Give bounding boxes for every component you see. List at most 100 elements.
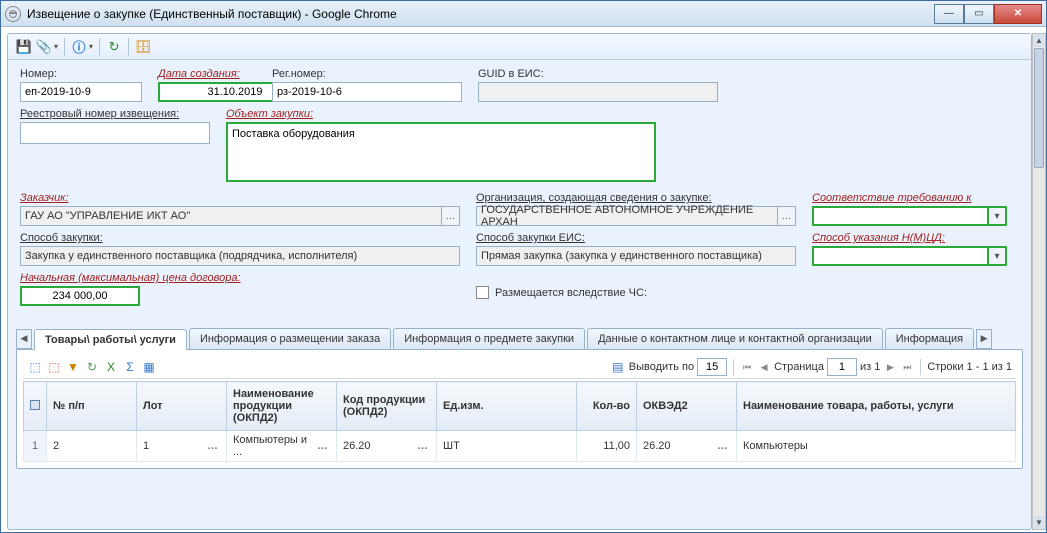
code-okpd2-lookup-icon[interactable]: … <box>415 440 430 452</box>
grid-excel-icon[interactable]: X <box>103 359 119 375</box>
col-okved2[interactable]: ОКВЭД2 <box>637 382 737 431</box>
reg-number-label: Рег.номер: <box>272 68 462 80</box>
col-select[interactable] <box>24 382 47 431</box>
compliance-label: Соответствие требованию к <box>812 192 1007 204</box>
emergency-label: Размещается вследствие ЧС: <box>495 287 647 299</box>
cell-okved2[interactable]: 26.20 <box>643 440 715 452</box>
registry-number-input[interactable] <box>20 122 210 144</box>
lot-lookup-icon[interactable]: … <box>205 440 220 452</box>
content-wrap: 💾 📎 ▾ ⓘ ▾ ↻ 🗄 Номер: <box>1 27 1046 532</box>
col-lot[interactable]: Лот <box>137 382 227 431</box>
page-size-input[interactable] <box>697 358 727 376</box>
tab-content: ⬚ ⬚ ▼ ↻ X Σ ▦ ▤ Выводить по ⏮ ◀ Страница <box>16 349 1023 469</box>
purchase-method-label: Способ закупки: <box>20 232 460 244</box>
guid-label: GUID в ЕИС: <box>478 68 718 80</box>
tabs: ◀ Товары\ работы\ услуги Информация о ра… <box>8 324 1031 349</box>
customer-lookup-icon[interactable]: … <box>442 206 460 226</box>
minimize-button[interactable]: — <box>934 4 964 24</box>
page-label: Страница <box>774 361 824 373</box>
compliance-dropdown-icon[interactable]: ▾ <box>989 206 1007 226</box>
info-icon[interactable]: ⓘ <box>71 39 87 55</box>
grid-next-icon[interactable]: ▶ <box>883 360 897 374</box>
refresh-icon[interactable]: ↻ <box>106 39 122 55</box>
emergency-checkbox[interactable] <box>476 286 489 299</box>
row-number: 1 <box>24 431 47 462</box>
customer-label: Заказчик: <box>20 192 460 204</box>
toolbar-separator <box>64 38 65 56</box>
attach-dropdown-icon[interactable]: ▾ <box>54 42 58 51</box>
globe-icon <box>5 6 21 22</box>
tab-placement[interactable]: Информация о размещении заказа <box>189 328 391 349</box>
rows-info: Строки 1 - 1 из 1 <box>927 361 1012 373</box>
grid-first-icon[interactable]: ⏮ <box>740 360 754 374</box>
page-of: из 1 <box>860 361 880 373</box>
info-dropdown-icon[interactable]: ▾ <box>89 42 93 51</box>
col-name-okpd2[interactable]: Наименование продукции (ОКПД2) <box>227 382 337 431</box>
nmcd-method-dropdown-icon[interactable]: ▾ <box>989 246 1007 266</box>
toolbar: 💾 📎 ▾ ⓘ ▾ ↻ 🗄 <box>8 34 1031 60</box>
customer-field: ГАУ АО "УПРАВЛЕНИЕ ИКТ АО" <box>20 206 442 226</box>
scroll-thumb[interactable] <box>1034 48 1044 168</box>
compliance-input[interactable] <box>812 206 989 226</box>
scroll-up-icon[interactable]: ▲ <box>1034 34 1044 47</box>
cell-unit[interactable]: ШТ <box>437 431 577 462</box>
main-area: 💾 📎 ▾ ⓘ ▾ ↻ 🗄 Номер: <box>7 33 1032 530</box>
nmcd-method-input[interactable] <box>812 246 989 266</box>
object-input[interactable] <box>226 122 656 182</box>
purchase-method-eis-label: Способ закупки ЕИС: <box>476 232 796 244</box>
tab-info[interactable]: Информация <box>885 328 974 349</box>
grid-add-icon[interactable]: ⬚ <box>27 359 43 375</box>
tab-next-icon[interactable]: ▶ <box>976 329 992 349</box>
goods-table: № п/п Лот Наименование продукции (ОКПД2)… <box>23 381 1016 462</box>
cell-lot[interactable]: 1 <box>143 440 205 452</box>
app-window: Извещение о закупке (Единственный постав… <box>0 0 1047 533</box>
col-unit[interactable]: Ед.изм. <box>437 382 577 431</box>
guid-field <box>478 82 718 102</box>
cell-name-okpd2[interactable]: Компьютеры и ... <box>233 434 315 458</box>
col-code-okpd2[interactable]: Код продукции (ОКПД2) <box>337 382 437 431</box>
vertical-scrollbar[interactable]: ▲ ▼ <box>1032 33 1046 530</box>
org-creating-label: Организация, создающая сведения о закупк… <box>476 192 796 204</box>
initial-price-input[interactable] <box>20 286 140 306</box>
save-icon[interactable]: 💾 <box>16 39 32 55</box>
database-icon[interactable]: 🗄 <box>135 39 151 55</box>
grid-prev-icon[interactable]: ◀ <box>757 360 771 374</box>
tab-goods[interactable]: Товары\ работы\ услуги <box>34 329 187 350</box>
col-goods-name[interactable]: Наименование товара, работы, услуги <box>737 382 1016 431</box>
titlebar: Извещение о закупке (Единственный постав… <box>1 1 1046 27</box>
tab-contact[interactable]: Данные о контактном лице и контактной ор… <box>587 328 883 349</box>
purchase-method-eis-field: Прямая закупка (закупка у единственного … <box>476 246 796 266</box>
close-button[interactable]: ✕ <box>994 4 1042 24</box>
tab-prev-icon[interactable]: ◀ <box>16 329 32 349</box>
attach-icon[interactable]: 📎 <box>36 39 52 55</box>
table-row[interactable]: 1 2 1… Компьютеры и ...… 26.20… ШТ 11,00… <box>24 431 1016 462</box>
number-label: Номер: <box>20 68 142 80</box>
grid-filter-icon[interactable]: ▼ <box>65 359 81 375</box>
grid-page-icon[interactable]: ▤ <box>610 359 626 375</box>
col-qty[interactable]: Кол-во <box>577 382 637 431</box>
cell-seq[interactable]: 2 <box>47 431 137 462</box>
okved2-lookup-icon[interactable]: … <box>715 440 730 452</box>
col-seq[interactable]: № п/п <box>47 382 137 431</box>
grid-last-icon[interactable]: ⏭ <box>900 360 914 374</box>
tab-subject[interactable]: Информация о предмете закупки <box>393 328 585 349</box>
purchase-method-field: Закупка у единственного поставщика (подр… <box>20 246 460 266</box>
scroll-down-icon[interactable]: ▼ <box>1034 516 1044 529</box>
org-creating-lookup-icon[interactable]: … <box>778 206 796 226</box>
page-num-input[interactable] <box>827 358 857 376</box>
grid-refresh-icon[interactable]: ↻ <box>84 359 100 375</box>
cell-qty[interactable]: 11,00 <box>577 431 637 462</box>
cell-code-okpd2[interactable]: 26.20 <box>343 440 415 452</box>
reg-number-input[interactable] <box>272 82 462 102</box>
toolbar-separator <box>128 38 129 56</box>
create-date-label: Дата создания: <box>158 68 256 80</box>
number-input[interactable] <box>20 82 142 102</box>
maximize-button[interactable]: ▭ <box>964 4 994 24</box>
grid-sum-icon[interactable]: Σ <box>122 359 138 375</box>
grid-delete-icon[interactable]: ⬚ <box>46 359 62 375</box>
object-label: Объект закупки: <box>226 108 656 120</box>
name-okpd2-lookup-icon[interactable]: … <box>315 440 330 452</box>
cell-goods-name[interactable]: Компьютеры <box>737 431 1016 462</box>
grid-toolbar: ⬚ ⬚ ▼ ↻ X Σ ▦ ▤ Выводить по ⏮ ◀ Страница <box>23 356 1016 379</box>
grid-settings-icon[interactable]: ▦ <box>141 359 157 375</box>
